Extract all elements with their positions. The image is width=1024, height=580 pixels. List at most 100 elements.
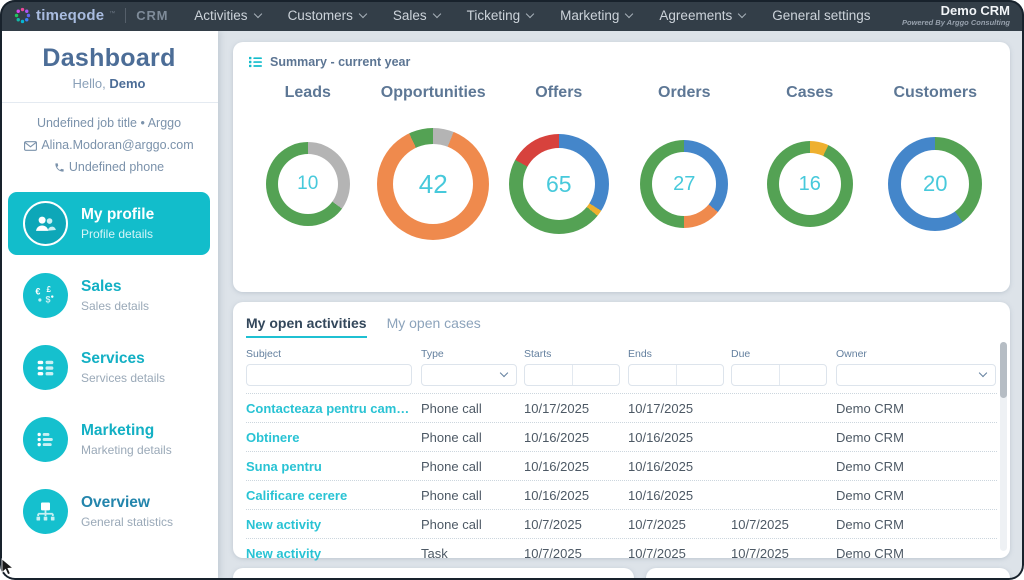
- cell-ends: 10/7/2025: [628, 516, 686, 532]
- table-row[interactable]: Calificare cerere Phone call 10/16/2025 10/…: [246, 480, 997, 509]
- cell-ends: 10/16/2025: [628, 487, 694, 503]
- donut-chart: 27: [640, 140, 729, 228]
- metric-header: Orders: [658, 84, 711, 101]
- summary-metric-opportunities: Opportunities 42: [371, 75, 497, 264]
- chevron-down-icon: [625, 9, 634, 19]
- chevron-down-icon: [525, 9, 535, 19]
- cell-type: Phone call: [421, 429, 482, 445]
- phone-icon: [55, 163, 64, 172]
- cell-subject[interactable]: Suna pentru: [246, 459, 421, 474]
- column-header: Ends: [628, 348, 652, 360]
- job-title-line: Undefined job title • Arggo: [0, 113, 218, 135]
- sidebar-item-services[interactable]: Services Services details: [8, 336, 210, 399]
- table-row[interactable]: New activity Phone call 10/7/2025 10/7/2025…: [246, 509, 997, 538]
- phone-value: Undefined phone: [68, 159, 165, 174]
- nav-item-marketing[interactable]: Marketing: [560, 8, 634, 23]
- sidebar-item-sublabel: General statistics: [81, 514, 174, 529]
- subject-filter-input[interactable]: [246, 364, 412, 386]
- activities-card: My open activities My open cases Subject T…: [233, 302, 1010, 561]
- sidebar-item-label: My profile: [81, 205, 155, 223]
- cell-subject[interactable]: New activity: [246, 517, 421, 532]
- main-content: Summary - current year Leads 10 Opportunit…: [218, 31, 1024, 580]
- cell-type: Phone call: [421, 516, 482, 532]
- cell-subject[interactable]: Obtinere: [246, 430, 421, 445]
- table-scrollbar[interactable]: [1000, 342, 1007, 551]
- sales-icon: € $ £: [23, 272, 68, 318]
- cell-owner: Demo CRM: [836, 458, 904, 474]
- column-starts: Starts: [524, 338, 628, 393]
- greeting: Hello, Demo: [0, 76, 218, 91]
- sidebar-item-sales[interactable]: € $ £ Sales Sales details: [8, 264, 210, 327]
- metric-value: 16: [798, 172, 821, 195]
- page-title: Dashboard: [42, 44, 176, 72]
- table-scrollbar-thumb[interactable]: [1000, 342, 1007, 398]
- nav-item-label: Activities: [194, 8, 248, 23]
- donut-row: Leads 10 Opportunities 42 Offers 65 Orders 27 Ca…: [233, 69, 1010, 264]
- due-filter-to-input[interactable]: [778, 365, 826, 385]
- column-ends: Ends: [628, 338, 731, 393]
- nav-item-general-settings[interactable]: General settings: [772, 8, 870, 23]
- metric-value: 27: [673, 172, 696, 195]
- table-row[interactable]: Contacteaza pentru campa... Phone call 10/…: [246, 393, 997, 422]
- tab-my-open-cases[interactable]: My open cases: [387, 315, 481, 338]
- owner-filter-select[interactable]: [836, 364, 996, 386]
- nav-item-label: Ticketing: [466, 8, 521, 23]
- column-subject: Subject: [246, 338, 421, 393]
- timeqode-spinner-icon: [14, 7, 31, 24]
- phone-line: Undefined phone: [0, 157, 218, 179]
- type-filter-select[interactable]: [421, 364, 517, 386]
- nav-item-ticketing[interactable]: Ticketing: [466, 8, 535, 23]
- donut-chart: 16: [766, 141, 853, 227]
- metric-header: Leads: [284, 84, 331, 101]
- services-icon: [23, 344, 68, 390]
- nav-item-label: Agreements: [659, 8, 733, 23]
- ends-filter-to-input[interactable]: [675, 365, 723, 385]
- chevron-down-icon: [358, 9, 368, 19]
- donut-chart: 65: [508, 134, 609, 234]
- nav-item-agreements[interactable]: Agreements: [659, 8, 747, 23]
- donut-value: 65: [522, 148, 595, 220]
- sidebar-item-text: Marketing Marketing details: [81, 422, 172, 457]
- account-area: Demo CRM Powered By Arggo Consulting: [902, 4, 1010, 27]
- tab-my-open-activities[interactable]: My open activities: [246, 315, 367, 338]
- filter-cell: [246, 360, 421, 393]
- summary-title-text: Summary - current year: [270, 55, 411, 69]
- donut-chart: 20: [888, 137, 983, 231]
- cell-owner: Demo CRM: [836, 487, 904, 503]
- column-owner: Owner: [836, 338, 997, 393]
- timeqode-logo[interactable]: timeqode ™ CRM: [14, 7, 168, 24]
- contact-info: Undefined job title • Arggo Alina.Modora…: [0, 113, 218, 179]
- company-name: Arggo: [147, 116, 182, 130]
- cell-ends: 10/16/2025: [628, 429, 694, 445]
- table-row[interactable]: Obtinere Phone call 10/16/2025 10/16/2025 De…: [246, 422, 997, 451]
- cell-starts: 10/7/2025: [524, 516, 582, 532]
- sidebar-item-text: Services Services details: [81, 350, 165, 385]
- sidebar-item-sublabel: Profile details: [81, 226, 154, 241]
- cell-subject[interactable]: Calificare cerere: [246, 488, 421, 503]
- nav-item-customers[interactable]: Customers: [288, 8, 368, 23]
- sidebar-item-my-profile[interactable]: My profile Profile details: [8, 191, 210, 255]
- cell-owner: Demo CRM: [836, 429, 904, 445]
- sidebar-item-overview[interactable]: Overview General statistics: [8, 480, 210, 543]
- ends-filter-from-input[interactable]: [629, 365, 676, 385]
- filter-cell: [836, 360, 997, 393]
- table-row[interactable]: Suna pentru Phone call 10/16/2025 10/16/202…: [246, 451, 997, 480]
- nav-item-sales[interactable]: Sales: [393, 8, 441, 23]
- donut-area: 20: [888, 104, 983, 264]
- due-filter-from-input[interactable]: [732, 365, 779, 385]
- sidebar-item-marketing[interactable]: Marketing Marketing details: [8, 408, 210, 471]
- cell-subject[interactable]: New activity: [246, 546, 421, 561]
- starts-filter-to-input[interactable]: [571, 365, 619, 385]
- donut-value: 20: [901, 150, 970, 218]
- starts-filter-from-input[interactable]: [525, 365, 572, 385]
- cell-type: Phone call: [421, 400, 482, 416]
- donut-chart: 42: [377, 128, 490, 240]
- account-name: Demo CRM: [940, 3, 1010, 19]
- summary-metric-offers: Offers 65: [496, 75, 622, 264]
- svg-text:£: £: [47, 285, 52, 294]
- cell-subject[interactable]: Contacteaza pentru campa...: [246, 401, 421, 416]
- summary-metric-cases: Cases 16: [747, 75, 873, 264]
- table-row[interactable]: New activity Task 10/7/2025 10/7/2025 10/7/2…: [246, 538, 997, 567]
- bottom-right-card: [646, 568, 1010, 580]
- nav-item-activities[interactable]: Activities: [194, 8, 262, 23]
